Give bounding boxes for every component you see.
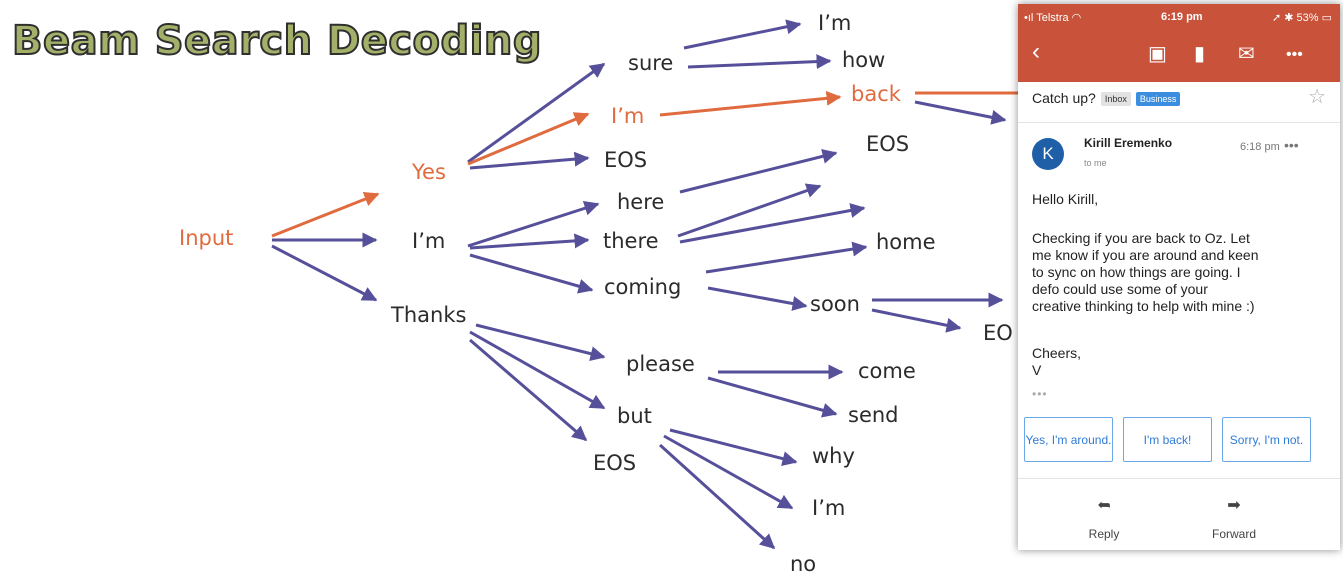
wifi-icon: ◠ bbox=[1068, 12, 1082, 24]
email-signoff: Cheers, V bbox=[1032, 345, 1082, 378]
email-time: 6:18 pm bbox=[1240, 141, 1280, 153]
node-here: here bbox=[617, 190, 665, 214]
trash-icon[interactable]: ▮ bbox=[1194, 44, 1205, 64]
arrow-but-why bbox=[669, 428, 798, 466]
node-yes: Yes bbox=[412, 160, 446, 184]
node-home: home bbox=[876, 230, 936, 254]
carrier-label: Telstra bbox=[1036, 12, 1069, 24]
node-but: but bbox=[617, 404, 652, 428]
arrow-coming-home bbox=[705, 241, 868, 274]
node-come: come bbox=[858, 359, 916, 383]
node-sure-im: I’m bbox=[818, 11, 852, 35]
arrow-im-back bbox=[659, 90, 842, 117]
node-eos-3: EO bbox=[983, 321, 1013, 345]
reply-button[interactable]: ➦ Reply bbox=[1064, 497, 1144, 541]
node-sure: sure bbox=[628, 51, 674, 75]
subject-text: Catch up? bbox=[1032, 90, 1096, 106]
more-icon[interactable]: ••• bbox=[1286, 47, 1303, 63]
arrow-back-eos bbox=[914, 100, 1007, 125]
email-greeting: Hello Kirill, bbox=[1032, 191, 1099, 207]
email-toolbar: ‹ ▣ ▮ ✉ ••• bbox=[1018, 30, 1340, 82]
arrow-but-no bbox=[658, 443, 776, 550]
avatar[interactable]: K bbox=[1032, 138, 1064, 170]
node-soon: soon bbox=[810, 292, 860, 316]
forward-button[interactable]: ➡ Forward bbox=[1194, 497, 1274, 541]
message-more-icon[interactable]: ••• bbox=[1284, 137, 1299, 153]
node-how: how bbox=[842, 48, 886, 72]
node-why: why bbox=[812, 444, 855, 468]
divider bbox=[1018, 478, 1340, 479]
trimmed-content-icon[interactable]: ••• bbox=[1032, 387, 1048, 401]
forward-icon: ➡ bbox=[1227, 497, 1241, 514]
arrow-im-coming bbox=[469, 253, 594, 294]
node-coming: coming bbox=[604, 275, 682, 299]
mail-icon[interactable]: ✉ bbox=[1238, 44, 1255, 64]
node-send: send bbox=[848, 403, 899, 427]
status-bar: •ıl Telstra ◠ 6:19 pm ➚ ✱ 53% ▭ bbox=[1018, 4, 1340, 30]
battery-percent: 53% bbox=[1296, 12, 1319, 24]
status-time: 6:19 pm bbox=[1161, 11, 1203, 23]
arrow-soon-b bbox=[871, 308, 962, 333]
smart-reply-yes[interactable]: Yes, I'm around. bbox=[1024, 417, 1113, 462]
node-eos-1: EOS bbox=[604, 148, 648, 172]
node-eos-2: EOS bbox=[866, 132, 910, 156]
arrow-coming-soon bbox=[707, 286, 808, 311]
smart-reply-back[interactable]: I'm back! bbox=[1123, 417, 1212, 462]
email-phone-screenshot: •ıl Telstra ◠ 6:19 pm ➚ ✱ 53% ▭ ‹ ▣ ▮ ✉ … bbox=[1018, 4, 1340, 550]
arrow-thanks-please bbox=[475, 323, 606, 362]
signal-icon: •ıl bbox=[1024, 12, 1037, 24]
node-please: please bbox=[626, 352, 695, 376]
node-im: I’m bbox=[412, 229, 446, 253]
arrow-yes-sure bbox=[467, 62, 606, 164]
back-chevron-icon[interactable]: ‹ bbox=[1032, 40, 1040, 64]
node-back: back bbox=[851, 82, 901, 106]
label-inbox[interactable]: Inbox bbox=[1100, 92, 1131, 107]
arrow-sure-im bbox=[683, 19, 802, 50]
node-yes-im: I’m bbox=[611, 104, 645, 128]
node-there: there bbox=[603, 229, 659, 253]
node-thanks: Thanks bbox=[391, 303, 467, 327]
smart-reply-sorry[interactable]: Sorry, I'm not. bbox=[1222, 417, 1311, 462]
arrow-yes-im bbox=[467, 112, 590, 166]
bluetooth-icon: ➚ ✱ bbox=[1271, 12, 1297, 24]
node-eos-4: EOS bbox=[593, 451, 637, 475]
sender-name: Kirill Eremenko bbox=[1084, 136, 1173, 150]
node-but-im: I’m bbox=[812, 496, 846, 520]
recipient-line[interactable]: to me bbox=[1084, 158, 1107, 168]
email-subject: Catch up? Inbox Business bbox=[1032, 90, 1181, 107]
node-no: no bbox=[790, 552, 817, 576]
arrow-input-yes bbox=[271, 192, 380, 238]
battery-icon: ▭ bbox=[1318, 12, 1332, 24]
star-icon[interactable]: ☆ bbox=[1308, 84, 1326, 109]
node-input: Input bbox=[179, 226, 234, 250]
arrow-input-thanks bbox=[271, 244, 378, 302]
arrow-but-im bbox=[663, 434, 794, 510]
divider bbox=[1018, 122, 1340, 123]
forward-label: Forward bbox=[1211, 527, 1256, 541]
reply-icon: ➦ bbox=[1097, 497, 1111, 514]
email-body: Checking if you are back to Oz. Let me k… bbox=[1032, 230, 1259, 314]
label-business[interactable]: Business bbox=[1135, 92, 1181, 107]
reply-label: Reply bbox=[1088, 527, 1120, 541]
archive-icon[interactable]: ▣ bbox=[1148, 44, 1167, 64]
arrow-here-eos bbox=[679, 148, 838, 194]
arrow-thanks-eos bbox=[469, 338, 588, 442]
arrow-please-send bbox=[707, 376, 838, 418]
arrow-yes-eos bbox=[469, 151, 590, 170]
arrow-sure-how bbox=[687, 54, 832, 70]
